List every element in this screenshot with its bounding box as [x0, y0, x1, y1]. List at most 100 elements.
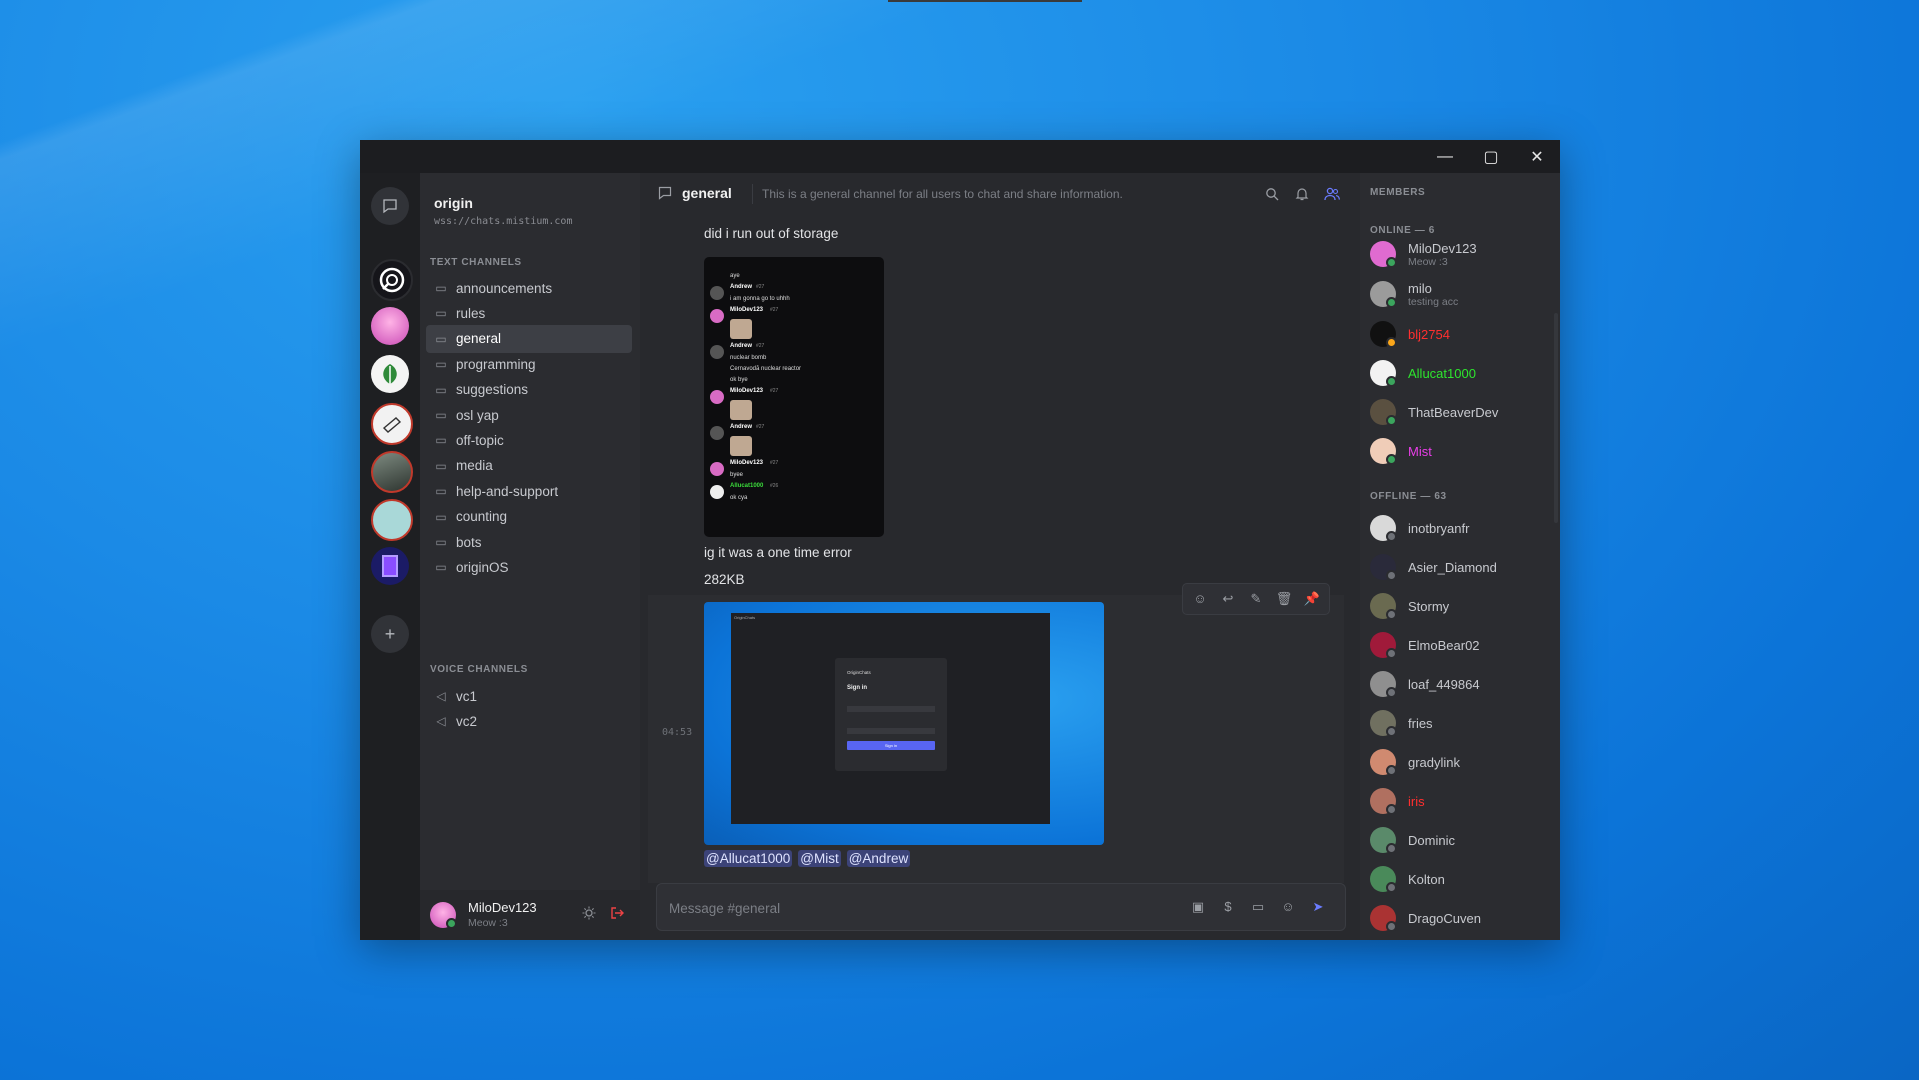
member-item[interactable]: ThatBeaverDev	[1370, 395, 1550, 429]
message-composer: ▣ $ ▭ ☺ ➤	[656, 883, 1346, 932]
server-icon-3[interactable]	[371, 355, 409, 393]
member-item[interactable]: inotbryanfr	[1370, 511, 1550, 545]
mention-chip[interactable]: @Mist	[798, 850, 841, 867]
member-text: ThatBeaverDev	[1396, 405, 1498, 420]
preview-2-title: OriginChats	[734, 615, 756, 620]
server-icon-origin[interactable]	[371, 259, 413, 301]
channel-item-suggestions[interactable]: ▭ suggestions	[426, 376, 632, 404]
member-item[interactable]: gradylink	[1370, 745, 1550, 779]
channel-item-off-topic[interactable]: ▭ off-topic	[426, 426, 632, 454]
mention-chip[interactable]: @Andrew	[846, 850, 911, 867]
preview-1-username: MiloDev123	[730, 460, 764, 466]
member-avatar	[1370, 905, 1397, 932]
member-item[interactable]: Asier_Diamond	[1370, 550, 1550, 584]
server-icon-6[interactable]	[371, 499, 413, 541]
delete-icon[interactable]: 🗑	[1275, 590, 1293, 608]
mention-chip[interactable]: @Allucat1000	[704, 850, 793, 867]
channel-label: originOS	[456, 559, 509, 575]
reply-icon[interactable]: ↩	[1219, 590, 1237, 608]
message-input[interactable]	[667, 884, 1171, 932]
server-icon-7[interactable]	[371, 547, 409, 585]
gif-icon[interactable]: ▭	[1249, 898, 1267, 916]
status-dot	[1386, 882, 1397, 893]
edit-icon[interactable]: ✎	[1247, 590, 1265, 608]
member-name: MiloDev123	[1408, 240, 1477, 256]
channel-label: help-and-support	[456, 483, 559, 499]
member-avatar	[1370, 827, 1397, 854]
channel-bubble-icon: ▭	[435, 484, 447, 499]
member-avatar	[1370, 710, 1397, 737]
channel-bubble-icon: ▭	[435, 509, 447, 524]
member-item[interactable]: Mist	[1370, 434, 1550, 468]
image-upload-icon[interactable]: ▣	[1189, 898, 1207, 916]
member-item[interactable]: loaf_449864	[1370, 667, 1550, 701]
channel-item-general[interactable]: ▭ general	[426, 324, 632, 353]
preview-1-tag: #27	[756, 343, 765, 349]
channel-bubble-icon	[658, 186, 672, 200]
add-server-button[interactable]: +	[371, 615, 409, 653]
title-bar: — ▢ ✕	[360, 140, 1560, 173]
search-icon[interactable]	[1265, 187, 1279, 201]
home-button[interactable]	[371, 187, 409, 225]
member-item[interactable]: ElmoBear02	[1370, 628, 1550, 662]
preview-1-image	[730, 400, 752, 420]
member-list: MEMBERS ONLINE — 6 MiloDev123 Meow :3 milo…	[1360, 173, 1560, 940]
channel-item-originOS[interactable]: ▭ originOS	[426, 553, 632, 581]
preview-1-line: ok cya	[730, 495, 748, 501]
close-button[interactable]: ✕	[1514, 140, 1560, 173]
member-avatar	[1370, 554, 1397, 581]
members-icon[interactable]	[1324, 187, 1340, 201]
image-attachment-2[interactable]: OriginChats OriginChats Sign in Sign in	[704, 602, 1104, 845]
channel-label: vc1	[456, 688, 478, 704]
logout-button[interactable]	[610, 906, 628, 924]
member-avatar	[1370, 241, 1397, 268]
member-text: Dominic	[1396, 833, 1455, 848]
react-emoji-icon[interactable]: ☺	[1191, 590, 1209, 608]
app-window: — ▢ ✕ + origin wss://chats.mistium.com T…	[360, 140, 1560, 940]
channel-item-counting[interactable]: ▭ counting	[426, 503, 632, 531]
maximize-button[interactable]: ▢	[1468, 140, 1514, 173]
member-item[interactable]: MiloDev123 Meow :3	[1370, 237, 1550, 271]
close-icon: ✕	[1530, 148, 1544, 166]
server-icon-5[interactable]	[371, 451, 413, 493]
member-item[interactable]: milo testing acc	[1370, 277, 1550, 311]
minimize-button[interactable]: —	[1422, 140, 1468, 173]
dollar-icon[interactable]: $	[1219, 898, 1237, 916]
voice-channel-item-vc1[interactable]: ◁ vc1	[426, 682, 632, 710]
preview-1-username: Andrew	[730, 424, 753, 430]
image-attachment-1[interactable]: aye Andrew #27 i am gonna go to uhhh MiloDev…	[704, 257, 884, 537]
speaker-icon: ◁	[436, 689, 446, 703]
member-item[interactable]: blj2754	[1370, 317, 1550, 351]
bell-icon[interactable]	[1295, 187, 1309, 201]
channel-item-help-and-support[interactable]: ▭ help-and-support	[426, 477, 632, 505]
member-item[interactable]: fries	[1370, 706, 1550, 740]
status-dot	[1386, 726, 1397, 737]
member-item[interactable]: iris	[1370, 784, 1550, 818]
pin-icon[interactable]: 📌	[1303, 590, 1321, 608]
server-icon-2[interactable]	[371, 307, 409, 345]
emoji-icon[interactable]: ☺	[1279, 898, 1297, 916]
channel-title: general	[682, 185, 732, 201]
channel-item-programming[interactable]: ▭ programming	[426, 350, 632, 378]
server-name: origin	[434, 195, 473, 211]
server-icon-4[interactable]	[371, 403, 413, 445]
voice-channel-item-vc2[interactable]: ◁ vc2	[426, 707, 632, 735]
avatar[interactable]	[430, 902, 457, 929]
channel-item-announcements[interactable]: ▭ announcements	[426, 274, 632, 302]
member-text: Stormy	[1396, 599, 1449, 614]
channel-item-bots[interactable]: ▭ bots	[426, 528, 632, 556]
preview-2-signin-button: Sign in	[847, 741, 935, 750]
member-item[interactable]: Dominic	[1370, 823, 1550, 857]
member-list-scrollbar[interactable]	[1554, 313, 1558, 523]
member-text: DragoCuven	[1396, 911, 1481, 926]
member-item[interactable]: Kolton	[1370, 862, 1550, 896]
channel-item-osl yap[interactable]: ▭ osl yap	[426, 401, 632, 429]
preview-1-tag: #27	[756, 284, 765, 290]
send-icon[interactable]: ➤	[1309, 898, 1327, 916]
member-item[interactable]: Stormy	[1370, 589, 1550, 623]
channel-item-media[interactable]: ▭ media	[426, 452, 632, 480]
member-item[interactable]: Allucat1000	[1370, 356, 1550, 390]
theme-toggle-button[interactable]	[582, 906, 600, 924]
member-item[interactable]: DragoCuven	[1370, 901, 1550, 935]
channel-item-rules[interactable]: ▭ rules	[426, 299, 632, 327]
